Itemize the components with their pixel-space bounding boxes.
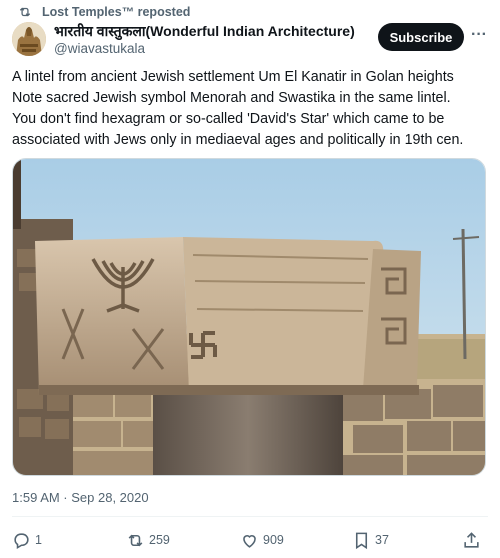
author-names: भारतीय वास्तुकला(Wonderful Indian Archit… xyxy=(54,23,355,57)
action-bar: 1 259 909 37 xyxy=(12,528,488,552)
repost-count: 259 xyxy=(149,533,170,547)
repost-label: Lost Temples™ reposted xyxy=(42,5,191,19)
more-horizontal-icon[interactable]: ··· xyxy=(470,27,488,44)
author-display-name[interactable]: भारतीय वास्तुकला(Wonderful Indian Archit… xyxy=(54,23,355,40)
repost-button[interactable]: 259 xyxy=(126,528,170,552)
like-button[interactable]: 909 xyxy=(240,528,284,552)
repost-icon xyxy=(128,534,143,546)
heart-icon xyxy=(243,534,256,548)
tweet-line: You don't find hexagram or so-called 'Da… xyxy=(12,111,445,127)
reply-count: 1 xyxy=(35,533,42,547)
bookmark-button[interactable]: 37 xyxy=(352,528,389,552)
tweet-header: भारतीय वास्तुकला(Wonderful Indian Archit… xyxy=(12,22,490,58)
bookmark-count: 37 xyxy=(375,533,389,547)
tweet-line: associated with Jews only in mediaeval a… xyxy=(12,132,464,148)
reply-button[interactable]: 1 xyxy=(12,528,42,552)
tweet-line: Note sacred Jewish symbol Menorah and Sw… xyxy=(12,90,451,106)
like-count: 909 xyxy=(263,533,284,547)
subscribe-button[interactable]: Subscribe xyxy=(378,23,464,51)
repost-indicator[interactable]: Lost Temples™ reposted xyxy=(18,4,190,20)
bookmark-icon xyxy=(355,532,368,549)
share-button[interactable] xyxy=(462,528,481,552)
tweet-text: A lintel from ancient Jewish settlement … xyxy=(12,67,490,151)
author-handle[interactable]: @wiavastukala xyxy=(54,40,355,57)
tweet-photo[interactable] xyxy=(12,158,486,476)
divider xyxy=(12,516,488,517)
tweet-line: A lintel from ancient Jewish settlement … xyxy=(12,69,454,85)
tweet-timestamp[interactable]: 1:59 AM · Sep 28, 2020 xyxy=(12,490,149,505)
repost-icon xyxy=(19,7,31,17)
reply-icon xyxy=(14,532,29,549)
share-icon xyxy=(464,531,479,548)
avatar[interactable] xyxy=(12,22,46,56)
